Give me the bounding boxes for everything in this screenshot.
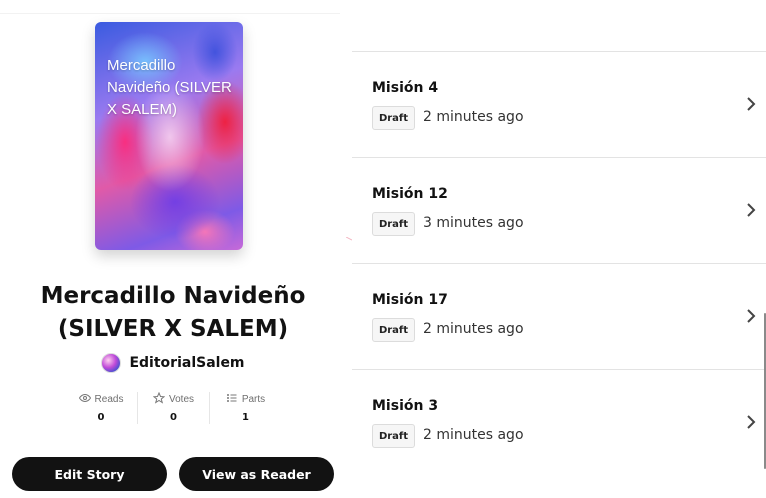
list-item[interactable]: Misión 4 Draft 2 minutes ago bbox=[352, 51, 766, 157]
edit-story-button[interactable]: Edit Story bbox=[12, 457, 167, 491]
author-row[interactable]: EditorialSalem bbox=[0, 352, 346, 374]
story-stats: Reads 0 Votes 0 Parts 1 bbox=[65, 391, 281, 424]
stat-label: Reads bbox=[94, 393, 124, 405]
avatar[interactable] bbox=[101, 353, 122, 373]
chevron-right-icon[interactable] bbox=[746, 202, 756, 218]
part-title[interactable]: Misión 4 bbox=[372, 80, 438, 96]
status-badge: Draft bbox=[372, 318, 415, 342]
stat-value: 0 bbox=[170, 412, 177, 423]
author-name[interactable]: EditorialSalem bbox=[129, 355, 244, 371]
chevron-right-icon[interactable] bbox=[746, 414, 756, 430]
status-badge: Draft bbox=[372, 212, 415, 236]
view-as-reader-button[interactable]: View as Reader bbox=[179, 457, 334, 491]
parts-list: Misión 4 Draft 2 minutes ago Misión 12 D… bbox=[352, 0, 766, 498]
chevron-right-icon[interactable] bbox=[746, 96, 756, 112]
part-timestamp: 2 minutes ago bbox=[423, 427, 524, 443]
story-title: Mercadillo Navideño (SILVER X SALEM) bbox=[40, 283, 306, 342]
stat-label: Votes bbox=[168, 393, 195, 405]
star-icon bbox=[152, 391, 166, 407]
status-badge: Draft bbox=[372, 424, 415, 448]
part-timestamp: 2 minutes ago bbox=[423, 109, 524, 125]
stat-label: Parts bbox=[241, 393, 266, 405]
eye-icon bbox=[78, 392, 91, 407]
stat-value: 1 bbox=[242, 412, 249, 423]
list-item[interactable]: Misión 3 Draft 2 minutes ago bbox=[352, 369, 766, 475]
cover-title: Mercadillo Navideño (SILVER X SALEM) bbox=[107, 57, 232, 118]
stat-reads: Reads 0 bbox=[65, 392, 137, 424]
list-icon bbox=[226, 392, 238, 407]
chevron-right-icon[interactable] bbox=[746, 308, 756, 324]
list-item[interactable]: Misión 12 Draft 3 minutes ago bbox=[352, 157, 766, 263]
part-timestamp: 2 minutes ago bbox=[423, 321, 524, 337]
list-item[interactable]: Misión 17 Draft 2 minutes ago bbox=[352, 263, 766, 369]
story-cover[interactable]: Mercadillo Navideño (SILVER X SALEM) bbox=[95, 22, 243, 250]
part-title[interactable]: Misión 3 bbox=[372, 398, 438, 414]
stat-parts: Parts 1 bbox=[209, 392, 281, 424]
stat-votes: Votes 0 bbox=[137, 391, 209, 424]
part-title[interactable]: Misión 12 bbox=[372, 186, 448, 202]
part-title[interactable]: Misión 17 bbox=[372, 292, 448, 308]
stat-value: 0 bbox=[97, 412, 105, 423]
part-timestamp: 3 minutes ago bbox=[423, 215, 524, 231]
story-details-panel: Mercadillo Navideño (SILVER X SALEM) Mer… bbox=[0, 0, 346, 498]
status-badge: Draft bbox=[372, 106, 415, 130]
